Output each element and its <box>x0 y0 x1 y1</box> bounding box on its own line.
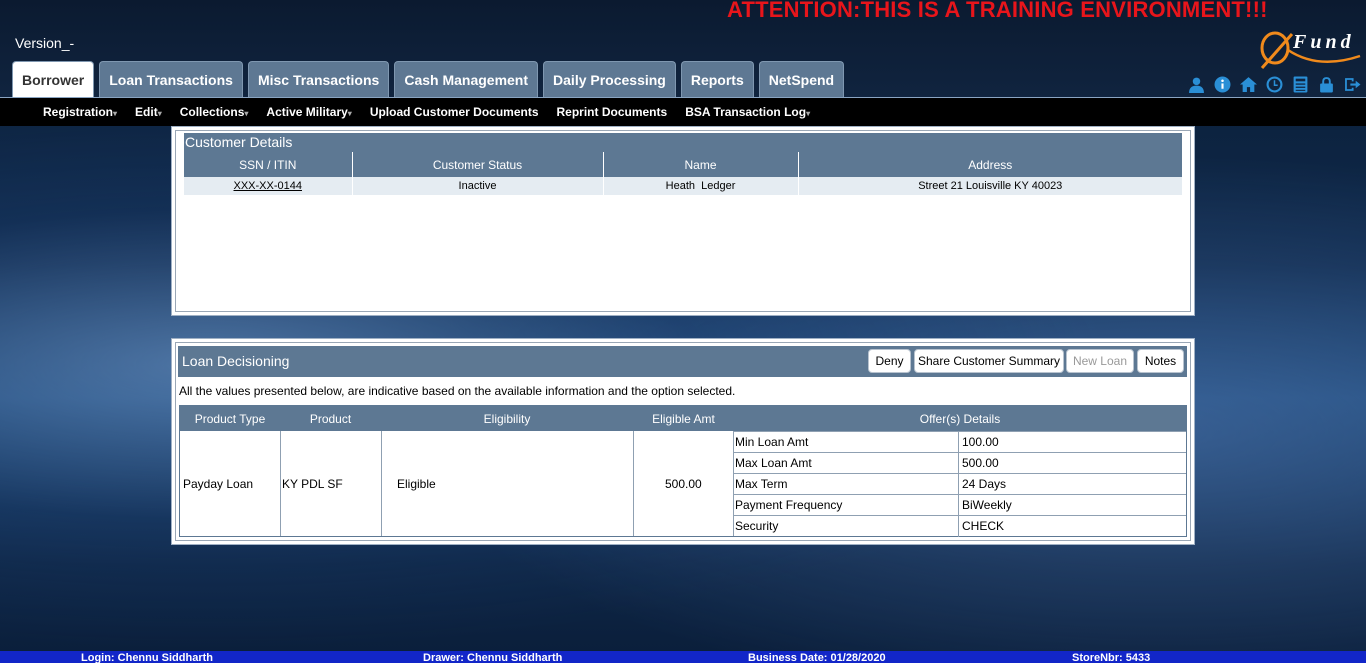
customer-address: Street 21 Louisville KY 40023 <box>798 177 1182 195</box>
offer-value: BiWeekly <box>962 498 1012 512</box>
customer-table: SSN / ITIN Customer Status Name Address … <box>184 152 1182 195</box>
divider <box>381 431 382 536</box>
column-header: Address <box>798 152 1182 177</box>
offer-label: Payment Frequency <box>735 498 843 512</box>
column-header: Name <box>603 152 799 177</box>
offer-label: Security <box>735 519 779 533</box>
divider <box>958 474 959 495</box>
divider <box>280 431 281 536</box>
chevron-down-icon: ▾ <box>806 109 811 118</box>
offer-label: Min Loan Amt <box>735 435 809 449</box>
product-value: KY PDL SF <box>282 477 343 491</box>
offer-label: Max Loan Amt <box>735 456 812 470</box>
loan-decisioning-title: Loan Decisioning <box>182 353 290 369</box>
business-date: Business Date: 01/28/2020 <box>748 652 886 663</box>
tab-reports[interactable]: Reports <box>680 61 754 97</box>
logout-icon[interactable] <box>1343 75 1362 93</box>
column-header: Eligible Amt <box>652 412 715 426</box>
tab-borrower[interactable]: Borrower <box>12 61 95 97</box>
column-header: Eligibility <box>483 412 531 426</box>
chevron-down-icon: ▾ <box>157 109 162 118</box>
table-row: XXX-XX-0144 Inactive Heath Ledger Street… <box>184 177 1182 195</box>
logo-text: Fund <box>1293 31 1355 53</box>
customer-name: Heath Ledger <box>603 177 799 195</box>
offer-label: Max Term <box>735 477 788 491</box>
header-icons <box>1187 75 1366 93</box>
home-icon[interactable] <box>1239 75 1258 93</box>
new-loan-button[interactable]: New Loan <box>1066 349 1134 373</box>
column-header: Product Type <box>194 412 266 426</box>
tab-cash-management[interactable]: Cash Management <box>394 61 539 97</box>
share-customer-summary-button[interactable]: Share Customer Summary <box>914 349 1064 373</box>
column-header: Offer(s) Details <box>919 412 1001 426</box>
eligible-amt-value: 500.00 <box>665 477 702 491</box>
eligibility-value: Eligible <box>397 477 436 491</box>
calculator-icon[interactable] <box>1291 75 1310 93</box>
user-icon[interactable] <box>1187 75 1206 93</box>
submenu-bsa-transaction-log[interactable]: BSA Transaction Log▾ <box>685 105 810 119</box>
indicative-note: All the values presented below, are indi… <box>179 384 736 398</box>
main-tabs: Borrower Loan Transactions Misc Transact… <box>12 61 849 97</box>
chevron-down-icon: ▾ <box>113 109 118 118</box>
submenu-registration[interactable]: Registration▾ <box>43 105 117 119</box>
submenu-active-military[interactable]: Active Military▾ <box>266 105 351 119</box>
table-header-row: SSN / ITIN Customer Status Name Address <box>184 152 1182 177</box>
loan-offer-grid: Product Type Product Eligibility Eligibl… <box>179 405 1187 537</box>
divider <box>958 432 959 453</box>
submenu-reprint-documents[interactable]: Reprint Documents <box>557 105 668 119</box>
ssn-link[interactable]: XXX-XX-0144 <box>184 177 353 195</box>
tab-netspend[interactable]: NetSpend <box>758 61 845 97</box>
grid-header: Product Type Product Eligibility Eligibl… <box>180 406 1186 431</box>
training-banner: ATTENTION:THIS IS A TRAINING ENVIRONMENT… <box>727 0 1268 22</box>
customer-status: Inactive <box>352 177 604 195</box>
status-footer: Login: Chennu Siddharth Drawer: Chennu S… <box>0 651 1366 663</box>
version-label: Version_- <box>15 35 75 51</box>
column-header: SSN / ITIN <box>184 152 353 177</box>
store-number: StoreNbr: 5433 <box>1072 652 1151 663</box>
divider <box>958 453 959 474</box>
deny-button[interactable]: Deny <box>868 349 911 373</box>
submenu-edit[interactable]: Edit▾ <box>135 105 162 119</box>
tab-misc-transactions[interactable]: Misc Transactions <box>247 61 390 97</box>
login-info: Login: Chennu Siddharth <box>81 652 213 663</box>
drawer-info: Drawer: Chennu Siddharth <box>423 652 563 663</box>
divider <box>958 495 959 516</box>
product-type-value: Payday Loan <box>183 477 254 491</box>
offer-row: Max Term 24 Days <box>733 473 1186 495</box>
column-header: Product <box>309 412 352 426</box>
submenu-collections[interactable]: Collections▾ <box>180 105 249 119</box>
offer-value: CHECK <box>962 519 1005 533</box>
chevron-down-icon: ▾ <box>244 109 249 118</box>
offer-value: 500.00 <box>962 456 999 470</box>
divider <box>633 431 634 536</box>
submenu-upload-documents[interactable]: Upload Customer Documents <box>370 105 539 119</box>
tab-loan-transactions[interactable]: Loan Transactions <box>99 61 243 97</box>
chevron-down-icon: ▾ <box>347 109 352 118</box>
offer-row: Min Loan Amt 100.00 <box>733 431 1186 453</box>
divider <box>958 516 959 537</box>
app-header: ATTENTION:THIS IS A TRAINING ENVIRONMENT… <box>0 0 1366 97</box>
lock-icon[interactable] <box>1317 75 1336 93</box>
clock-icon[interactable] <box>1265 75 1284 93</box>
offer-row: Payment Frequency BiWeekly <box>733 494 1186 516</box>
offer-row: Security CHECK <box>733 515 1186 537</box>
info-icon[interactable] <box>1213 75 1232 93</box>
offer-row: Max Loan Amt 500.00 <box>733 452 1186 474</box>
customer-details-title: Customer Details <box>184 133 1182 152</box>
tab-daily-processing[interactable]: Daily Processing <box>543 61 676 97</box>
column-header: Customer Status <box>352 152 604 177</box>
notes-button[interactable]: Notes <box>1137 349 1184 373</box>
offer-value: 24 Days <box>962 477 1007 491</box>
sub-menu-bar: Registration▾ Edit▾ Collections▾ Active … <box>0 97 1366 126</box>
offer-value: 100.00 <box>962 435 999 449</box>
